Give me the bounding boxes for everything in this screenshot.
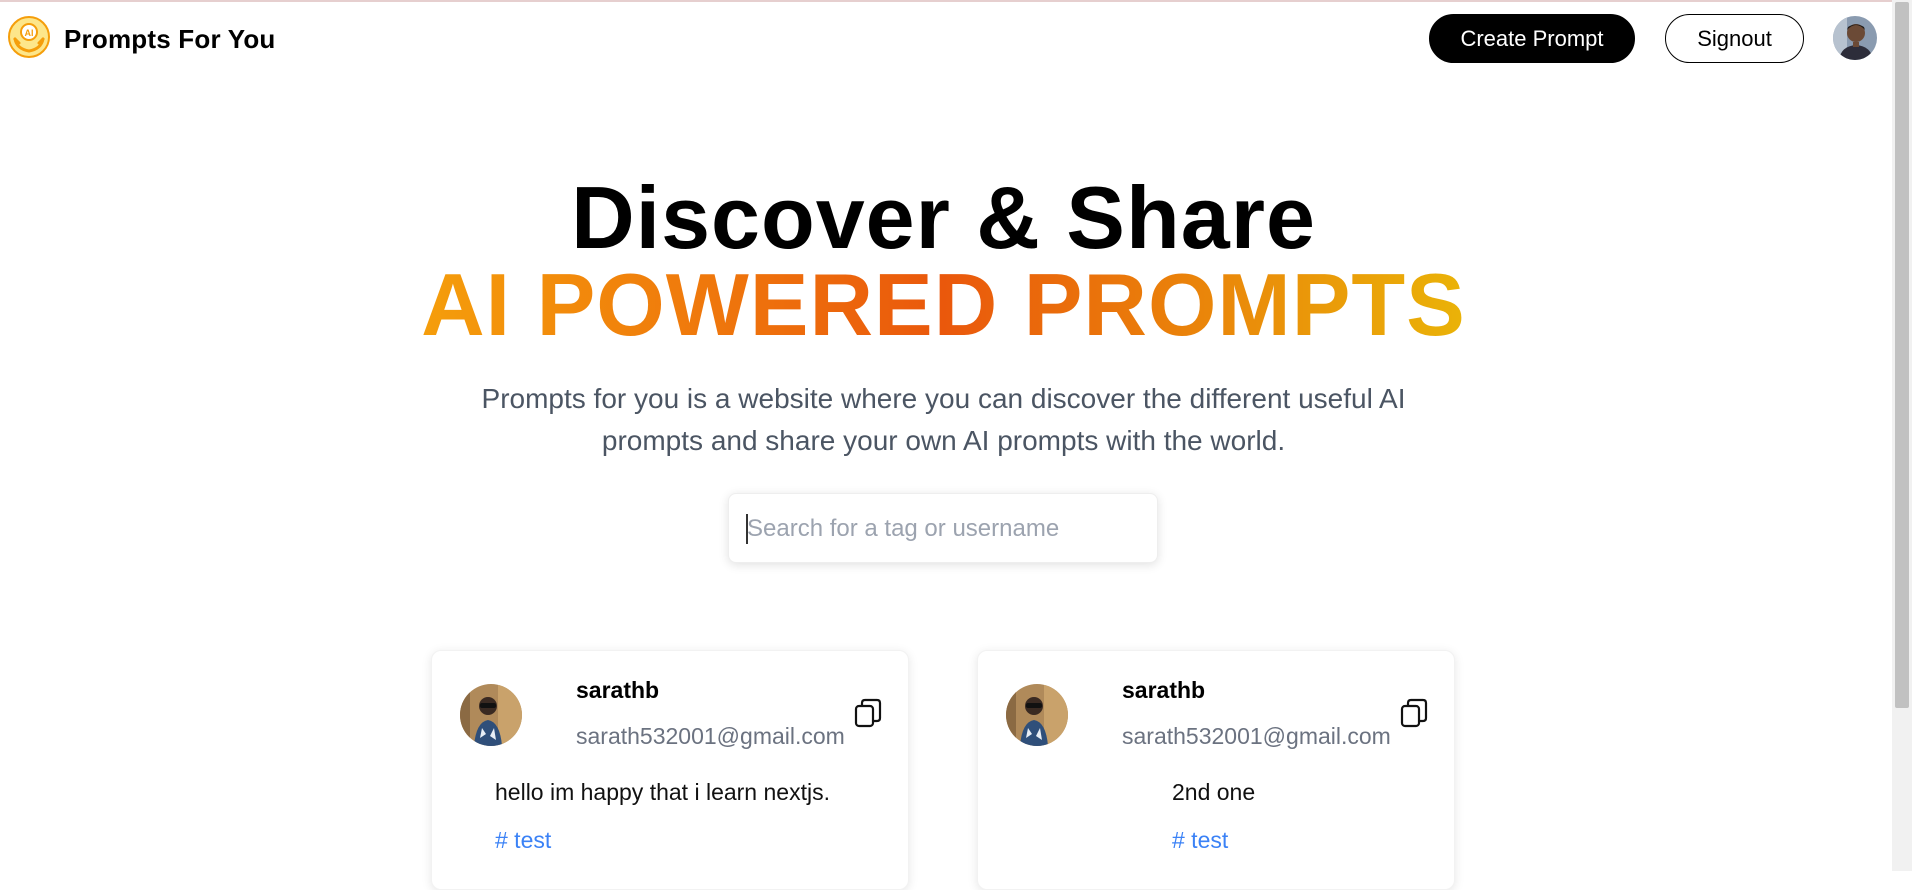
hero-description: Prompts for you is a website where you c… (481, 383, 1406, 456)
author-username[interactable]: sarathb (576, 677, 659, 704)
author-username[interactable]: sarathb (1122, 677, 1205, 704)
brand-title[interactable]: Prompts For You (64, 24, 276, 55)
hero-subtitle: AI POWERED PROMPTS (0, 255, 1887, 355)
author-avatar-icon[interactable] (460, 684, 522, 746)
search-box[interactable] (728, 493, 1158, 564)
signout-button[interactable]: Signout (1665, 14, 1804, 63)
search-input[interactable] (745, 494, 1149, 564)
svg-text:AI: AI (25, 28, 34, 38)
hero-subtitle-text: AI POWERED PROMPTS (421, 255, 1466, 354)
top-border (0, 0, 1892, 2)
hero-title: Discover & Share (571, 168, 1316, 267)
author-email: sarath532001@gmail.com (1122, 723, 1391, 749)
prompt-tag[interactable]: # test (495, 827, 551, 854)
author-email: sarath532001@gmail.com (576, 723, 845, 749)
copy-icon[interactable] (852, 697, 884, 729)
prompt-tag[interactable]: # test (1172, 827, 1228, 854)
prompt-text: hello im happy that i learn nextjs. (495, 779, 830, 805)
copy-icon[interactable] (1398, 697, 1430, 729)
create-prompt-button[interactable]: Create Prompt (1429, 14, 1635, 63)
prompt-card[interactable]: sarathb sarath532001@gmail.com hello im … (431, 650, 909, 890)
author-avatar-icon[interactable] (1006, 684, 1068, 746)
hands-ai-logo-icon[interactable]: AI (7, 15, 51, 59)
scrollbar-thumb[interactable] (1895, 2, 1909, 708)
prompt-card[interactable]: sarathb sarath532001@gmail.com 2nd one #… (977, 650, 1455, 890)
prompt-text: 2nd one (1172, 779, 1256, 805)
text-caret (746, 514, 748, 544)
user-avatar-icon[interactable] (1833, 16, 1877, 60)
